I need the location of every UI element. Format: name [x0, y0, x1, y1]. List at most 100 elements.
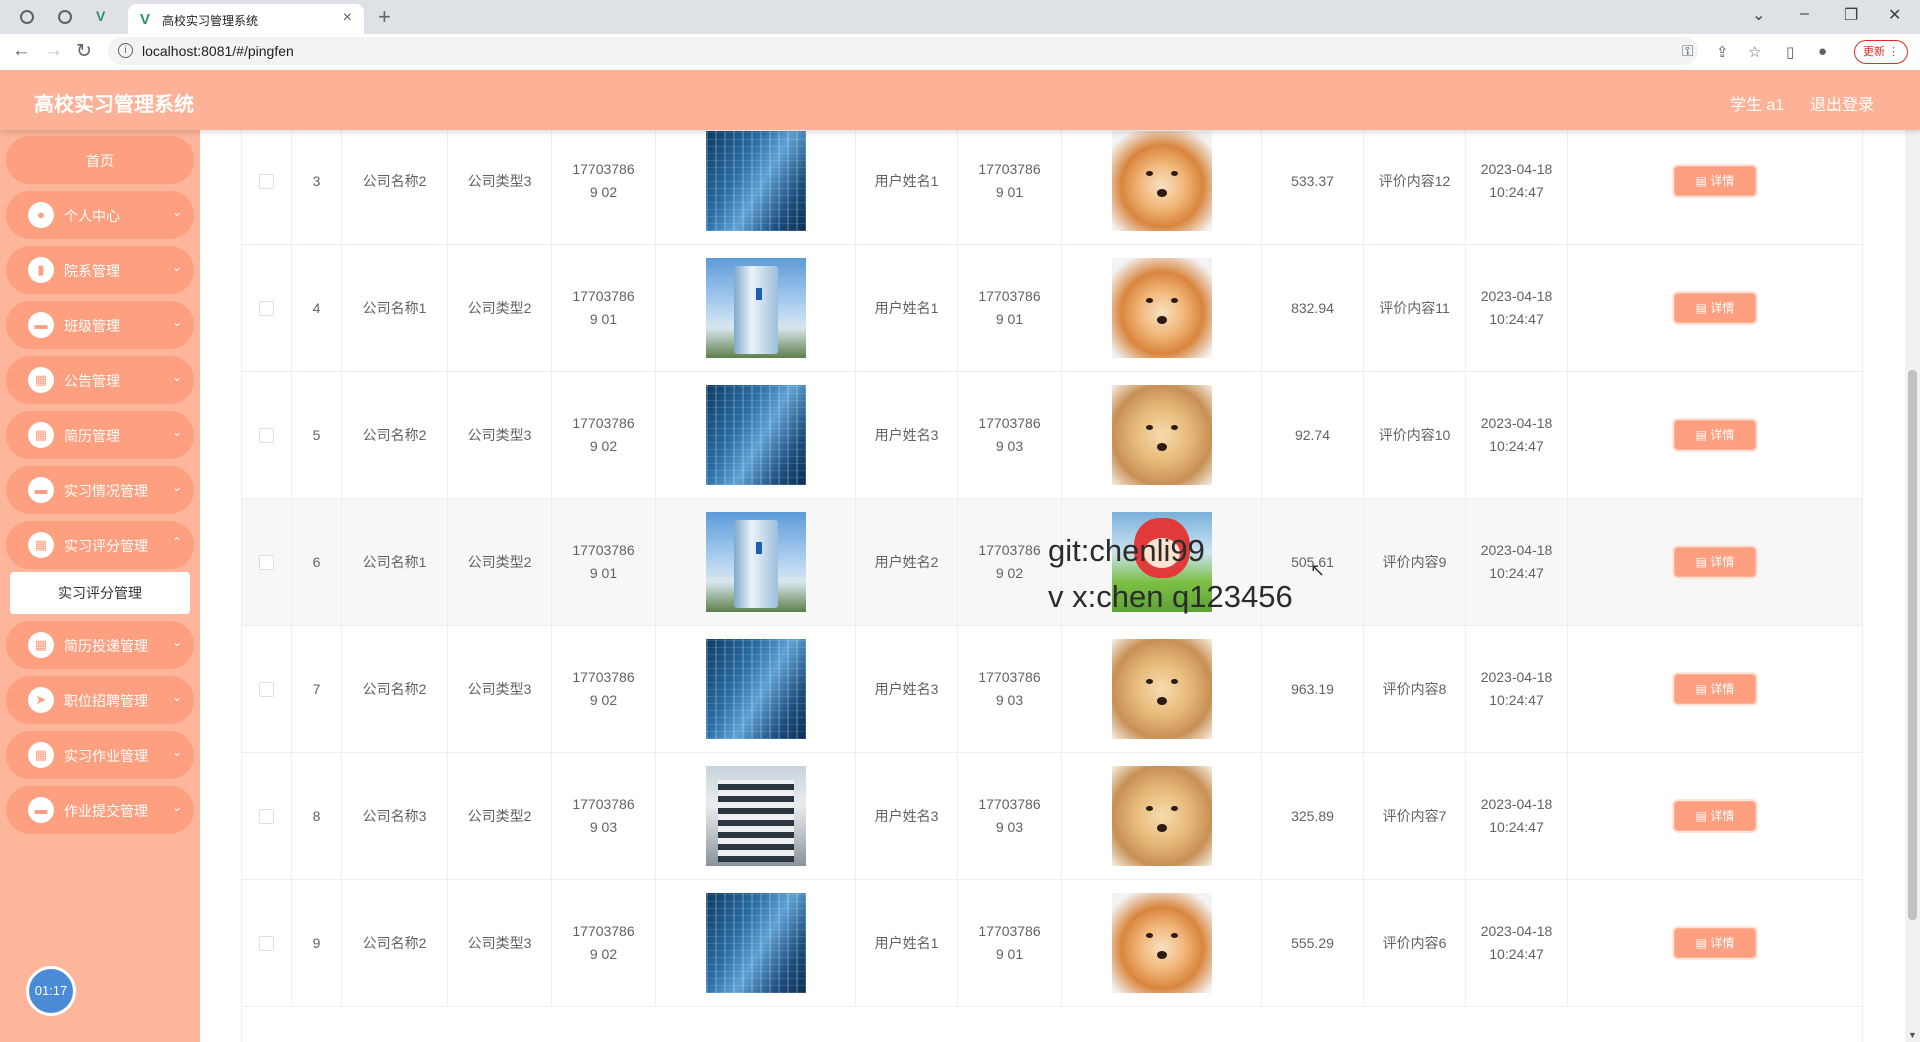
time-text: 10:24:47	[1489, 946, 1544, 962]
scrollbar-thumb[interactable]	[1908, 370, 1917, 920]
dog-feature	[1145, 298, 1153, 303]
minimize-icon[interactable]: –	[1800, 5, 1809, 23]
time-text: 10:24:47	[1489, 692, 1544, 708]
update-button[interactable]: 更新 ⋮	[1854, 40, 1908, 64]
dog-feature	[1170, 933, 1178, 938]
comment-cell-text: 评价内容7	[1382, 807, 1447, 824]
share-icon[interactable]: ⇪	[1716, 43, 1729, 61]
comment-cell-text: 评价内容6	[1382, 934, 1447, 951]
url-field[interactable]: i localhost:8081/#/pingfen	[108, 37, 1698, 65]
detail-button[interactable]: ▤ 详情	[1674, 674, 1756, 704]
submenu-internship-score[interactable]: 实习评分管理	[10, 572, 190, 614]
detail-button[interactable]: ▤ 详情	[1674, 166, 1756, 196]
star-icon[interactable]: ☆	[1748, 43, 1761, 61]
timestamp: 2023-04-18 10:24:47	[1481, 666, 1553, 712]
sidepanel-icon[interactable]: ▯	[1786, 43, 1794, 61]
sidebar-item-department[interactable]: ▮ 院系管理 ⌄	[6, 246, 194, 294]
scroll-down-icon[interactable]: ▼	[1908, 1030, 1917, 1040]
history-icon[interactable]	[18, 8, 36, 26]
sidebar-item-homework-submit[interactable]: ▬ 作业提交管理 ⌄	[6, 786, 194, 834]
restore-icon[interactable]: ❐	[1844, 5, 1858, 25]
company-name-text: 公司名称1	[362, 299, 427, 316]
browser-tab[interactable]: V 高校实习管理系统 ×	[128, 4, 364, 34]
sidebar-item-class[interactable]: ▬ 班级管理 ⌄	[6, 301, 194, 349]
vertical-scrollbar[interactable]: ▼	[1905, 130, 1920, 1042]
company-photo	[705, 131, 806, 231]
timer-badge[interactable]: 01:17	[26, 966, 76, 1016]
update-label: 更新	[1862, 46, 1885, 58]
chevron-down-icon: ⌄	[171, 690, 182, 704]
score-cell-text: 533.37	[1291, 172, 1334, 189]
back-icon[interactable]: ←	[12, 40, 31, 62]
row-checkbox[interactable]	[259, 554, 274, 570]
row-index-text: 8	[312, 807, 321, 824]
reload-icon[interactable]: ↻	[76, 40, 92, 63]
sidebar-item-internship-status[interactable]: ▬ 实习情况管理 ⌄	[6, 466, 194, 514]
sidebar-item-label: 实习作业管理	[64, 748, 148, 764]
date-text: 2023-04-18	[1480, 669, 1553, 685]
row-checkbox[interactable]	[259, 681, 274, 697]
user-name: 学生 a1	[1730, 97, 1785, 114]
comment-cell-text: 评价内容9	[1382, 553, 1447, 570]
detail-label: 详情	[1710, 301, 1735, 315]
detail-button[interactable]: ▤ 详情	[1674, 801, 1756, 831]
user-name-cell-text: 用户姓名1	[874, 934, 939, 951]
time-text: 10:24:47	[1489, 819, 1544, 835]
action-cell: ▤ 详情	[1568, 130, 1862, 244]
timestamp-cell: 2023-04-18 10:24:47	[1466, 880, 1568, 1006]
checkbox-cell	[242, 499, 292, 625]
sidebar-item-notice[interactable]: ▦ 公告管理 ⌄	[6, 356, 194, 404]
chevron-down-icon[interactable]: ⌄	[1752, 5, 1765, 25]
history-icon[interactable]	[56, 8, 74, 26]
company-type: 公司类型3	[448, 880, 552, 1006]
vue-icon[interactable]: V	[96, 8, 114, 26]
url-text: localhost:8081/#/pingfen	[142, 43, 294, 59]
sidebar-item-personal-center[interactable]: ● 个人中心 ⌄	[6, 191, 194, 239]
row-checkbox[interactable]	[259, 935, 274, 951]
row-checkbox[interactable]	[259, 427, 274, 443]
company-photo	[705, 385, 806, 485]
row-checkbox[interactable]	[259, 808, 274, 824]
timestamp-cell: 2023-04-18 10:24:47	[1466, 499, 1568, 625]
row-checkbox[interactable]	[259, 300, 274, 316]
account-text: 177037869 01	[978, 923, 1041, 962]
sidebar-item-recruitment[interactable]: ➤ 职位招聘管理 ⌄	[6, 676, 194, 724]
detail-button[interactable]: ▤ 详情	[1674, 928, 1756, 958]
sidebar-item-homework[interactable]: ▦ 实习作业管理 ⌄	[6, 731, 194, 779]
close-icon[interactable]: ×	[343, 9, 352, 27]
time-text: 10:24:47	[1489, 311, 1544, 327]
sidebar-item-label: 简历投递管理	[64, 638, 148, 654]
timestamp: 2023-04-18 10:24:47	[1481, 158, 1553, 204]
watermark-line1: git:chenli99	[1048, 533, 1205, 568]
user-account-cell: 177037869 03	[958, 372, 1062, 498]
account-text: 177037869 02	[572, 923, 635, 962]
close-window-icon[interactable]: ✕	[1888, 5, 1901, 25]
sidebar-item-resume[interactable]: ▦ 简历管理 ⌄	[6, 411, 194, 459]
key-icon[interactable]: ⚿	[1682, 43, 1693, 60]
checkbox-cell	[242, 130, 292, 244]
user-name-cell: 用户姓名3	[856, 753, 958, 879]
dog-face	[1112, 258, 1212, 358]
user-account-cell: 177037869 01	[958, 880, 1062, 1006]
logout-button[interactable]: 退出登录	[1810, 91, 1874, 115]
action-cell: ▤ 详情	[1568, 626, 1862, 752]
user-photo	[1111, 639, 1212, 739]
forward-icon[interactable]: →	[44, 40, 63, 62]
sidebar-item-resume-delivery[interactable]: ▦ 简历投递管理 ⌄	[6, 621, 194, 669]
table-row: 9 公司名称2 公司类型3 177037869 02 用户姓名1 177037869 01…	[242, 880, 1862, 1007]
detail-button[interactable]: ▤ 详情	[1674, 293, 1756, 323]
company-name-text: 公司名称2	[362, 680, 427, 697]
info-icon[interactable]: i	[118, 43, 133, 58]
dog-feature	[1145, 171, 1153, 176]
sidebar-item-home[interactable]: 首页	[6, 136, 194, 184]
detail-button[interactable]: ▤ 详情	[1674, 547, 1756, 577]
profile-icon[interactable]: ●	[1818, 43, 1827, 60]
new-tab-icon[interactable]: +	[378, 4, 391, 30]
row-checkbox[interactable]	[259, 173, 274, 189]
detail-button[interactable]: ▤ 详情	[1674, 420, 1756, 450]
chevron-up-icon: ⌃	[171, 535, 182, 549]
score-cell: 533.37	[1262, 130, 1364, 244]
sidebar-item-internship-score[interactable]: ▦ 实习评分管理 ⌃	[6, 521, 194, 569]
document-icon: ▤	[1695, 555, 1711, 569]
checkbox-cell	[242, 626, 292, 752]
